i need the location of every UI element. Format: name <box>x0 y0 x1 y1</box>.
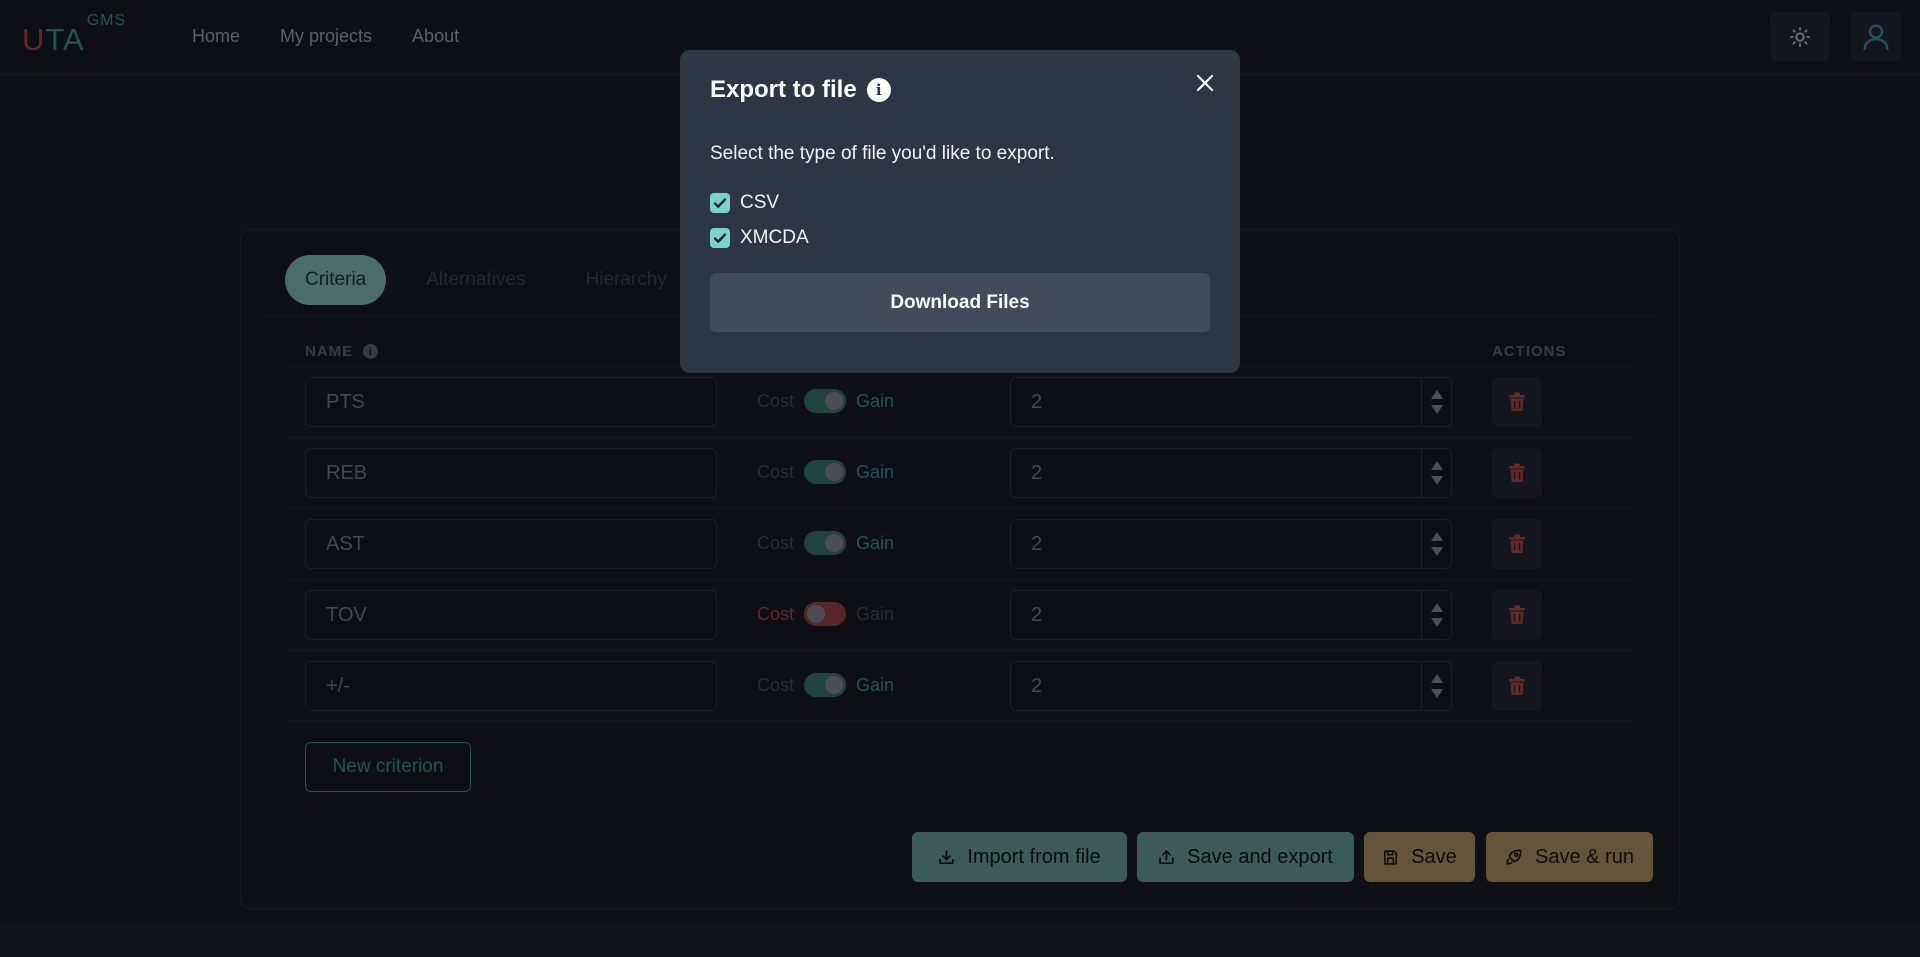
xmcda-label: XMCDA <box>740 227 809 248</box>
modal-title: Export to file i <box>710 76 891 104</box>
csv-option[interactable]: CSV <box>710 192 779 214</box>
close-icon <box>1196 74 1214 92</box>
csv-label: CSV <box>740 192 780 213</box>
close-button[interactable] <box>1190 68 1220 98</box>
info-icon[interactable]: i <box>866 78 891 102</box>
download-files-button[interactable]: Download Files <box>710 273 1210 332</box>
modal-title-text: Export to file <box>710 76 857 103</box>
csv-checkbox[interactable] <box>710 193 730 213</box>
xmcda-checkbox[interactable] <box>710 228 730 248</box>
checkmark-icon <box>713 198 727 208</box>
modal-description: Select the type of file you'd like to ex… <box>710 143 1055 164</box>
xmcda-option[interactable]: XMCDA <box>710 227 809 249</box>
export-modal: Export to file i Select the type of file… <box>680 50 1240 373</box>
checkmark-icon <box>713 233 727 243</box>
